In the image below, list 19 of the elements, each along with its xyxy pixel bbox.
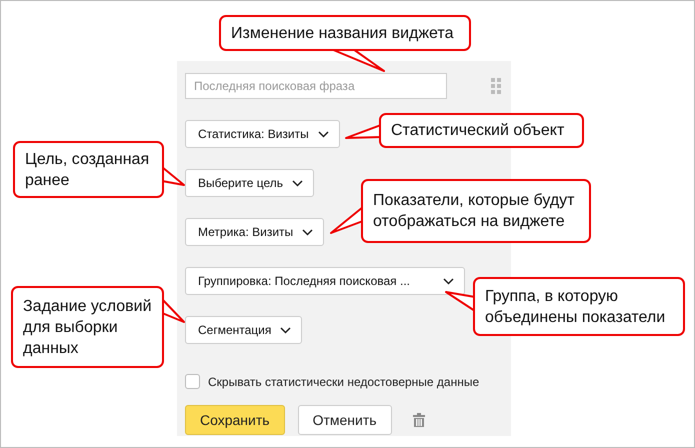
callout: Показатели, которые будут отображаться на виджете — [361, 179, 591, 243]
caret-icon — [443, 278, 454, 284]
caret-icon — [318, 130, 329, 138]
dropdown[interactable]: Сегментация — [185, 316, 302, 344]
caret-icon — [292, 180, 304, 186]
checkbox-label: Скрывать статистически недостоверные данные — [208, 374, 480, 388]
caret-icon — [302, 228, 314, 236]
dropdown[interactable]: Метрика: Визиты — [185, 218, 324, 246]
callout: Цель, созданная ранее — [13, 141, 164, 198]
callout: Задание условий для выборки данных — [11, 286, 164, 368]
cancel-button[interactable]: Отменить — [298, 405, 392, 435]
trash-icon[interactable] — [412, 413, 425, 427]
checkbox[interactable] — [185, 374, 200, 389]
dropdown[interactable]: Статистика: Визиты — [185, 120, 340, 148]
callout: Статистический объект — [379, 113, 584, 148]
callout: Группа, в которую объединены показатели — [473, 277, 685, 336]
caret-icon — [280, 326, 292, 334]
save-button[interactable]: Сохранить — [185, 405, 285, 435]
drag-handle-icon[interactable] — [491, 78, 501, 94]
